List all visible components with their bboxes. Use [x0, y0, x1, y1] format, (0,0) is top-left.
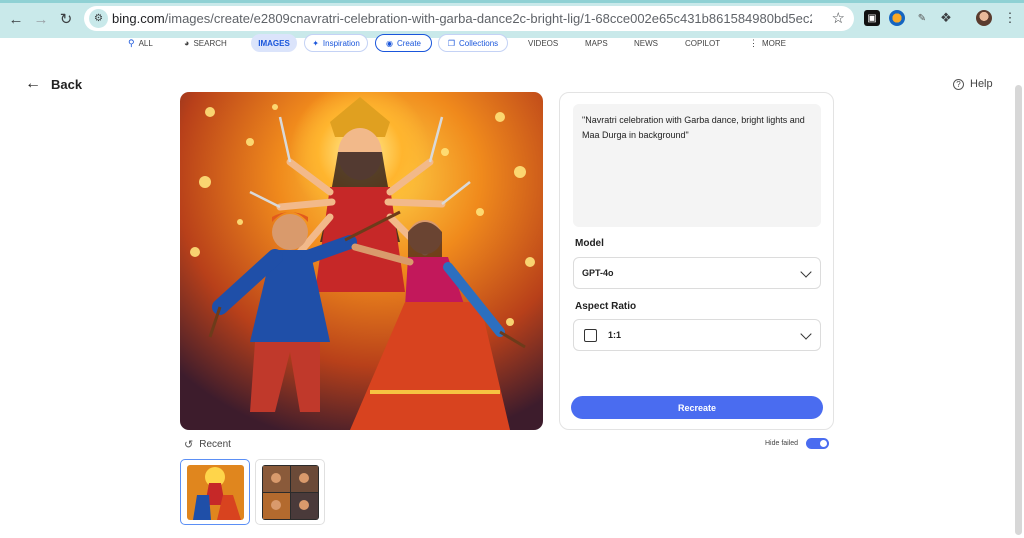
help-button[interactable]: ? Help [953, 76, 993, 92]
forward-icon[interactable]: → [30, 8, 52, 30]
garba-illustration [180, 92, 543, 430]
nav-news-label: NEWS [634, 38, 658, 48]
nav-create[interactable]: ◉ Create [375, 34, 432, 52]
create-icon: ◉ [386, 38, 393, 48]
aspect-ratio-select[interactable]: 1:1 [573, 319, 821, 351]
thumbnail-image [187, 465, 244, 520]
back-button[interactable]: ← Back [25, 75, 82, 93]
toggle-knob [820, 439, 828, 447]
recreate-button[interactable]: Recreate [571, 396, 823, 419]
kebab-menu-icon[interactable]: ⋮ [1002, 10, 1018, 26]
nav-news[interactable]: NEWS [634, 34, 658, 52]
tab-strip [0, 0, 1024, 3]
nav-videos[interactable]: VIDEOS [528, 34, 558, 52]
back-label: Back [51, 76, 83, 92]
help-label: Help [970, 78, 993, 90]
nav-copilot[interactable]: COPILOT [685, 34, 720, 52]
history-icon: ↺ [184, 438, 194, 451]
hide-failed-toggle[interactable] [806, 437, 830, 449]
nav-more[interactable]: ⋮ MORE [749, 34, 786, 52]
prompt-text: "Navratri celebration with Garba dance, … [582, 115, 805, 140]
nav-maps[interactable]: MAPS [585, 34, 608, 52]
help-icon: ? [953, 78, 964, 90]
nav-images[interactable]: IMAGES [251, 34, 297, 52]
extension-icon-2[interactable] [889, 10, 905, 26]
hide-failed-control: Hide failed [765, 437, 830, 449]
nav-create-label: Create [396, 38, 421, 48]
nav-collections-label: Collections [459, 38, 499, 48]
back-arrow-icon: ← [25, 75, 41, 92]
chevron-down-icon [800, 328, 812, 340]
collections-icon: ❐ [447, 38, 456, 48]
url-text[interactable]: bing.com/images/create/e2809cnavratri-ce… [112, 11, 812, 26]
recent-thumbnail-1[interactable] [180, 459, 250, 525]
model-select[interactable]: GPT-4o [573, 257, 821, 289]
reload-icon[interactable]: ↻ [55, 8, 77, 30]
chevron-down-icon [800, 266, 812, 278]
model-label: Model [575, 238, 604, 249]
extension-icon-1[interactable]: ▣ [864, 10, 880, 26]
prompt-input[interactable]: "Navratri celebration with Garba dance, … [573, 104, 821, 227]
back-icon[interactable]: ← [5, 8, 27, 30]
more-dots-icon: ⋮ [749, 37, 758, 48]
nav-collections[interactable]: ❐ Collections [438, 34, 508, 52]
nav-inspiration[interactable]: ✦ Inspiration [304, 34, 368, 52]
nav-all-label: ALL [138, 38, 153, 48]
aspect-ratio-value: 1:1 [608, 330, 622, 340]
star-icon[interactable]: ☆ [832, 9, 845, 27]
page-scrollbar[interactable] [1015, 85, 1022, 535]
extensions-icon[interactable]: ❖ [938, 10, 954, 26]
url-path: /images/create/e2809cnavratri-celebratio… [164, 11, 812, 26]
nav-inspiration-label: Inspiration [322, 38, 360, 48]
nav-videos-label: VIDEOS [528, 38, 559, 48]
aspect-ratio-label: Aspect Ratio [575, 301, 637, 312]
avatar[interactable] [976, 10, 992, 26]
nav-search[interactable]: ◕ SEARCH [184, 34, 227, 52]
generated-image[interactable] [180, 92, 543, 430]
hide-failed-label: Hide failed [765, 439, 799, 447]
nav-images-label: IMAGES [258, 38, 290, 48]
browser-toolbar: ← → ↻ ⚙ bing.com/images/create/e2809cnav… [0, 0, 1024, 38]
nav-search-label: SEARCH [193, 38, 227, 48]
search-icon: ⚲ [128, 37, 135, 48]
model-value: GPT-4o [582, 268, 614, 278]
address-bar[interactable]: ⚙ bing.com/images/create/e2809cnavratri-… [84, 6, 854, 31]
square-ratio-icon [584, 329, 597, 342]
bing-nav: ⚲ ALL ◕ SEARCH IMAGES ✦ Inspiration ◉ Create… [0, 34, 1024, 52]
recent-label: Recent [199, 438, 231, 450]
thumbnail-image [262, 465, 319, 520]
nav-all[interactable]: ⚲ ALL [128, 34, 153, 52]
nav-maps-label: MAPS [585, 38, 608, 48]
recent-header: ↺ Recent [184, 437, 231, 451]
copilot-search-icon: ◕ [184, 38, 190, 48]
url-host: bing.com [112, 11, 165, 26]
site-settings-icon[interactable]: ⚙ [89, 9, 108, 28]
pen-extension-icon[interactable]: ✎ [914, 10, 930, 26]
recent-thumbnail-2[interactable] [255, 459, 325, 525]
create-panel: "Navratri celebration with Garba dance, … [559, 92, 834, 430]
nav-more-label: MORE [762, 38, 786, 48]
inspiration-icon: ✦ [312, 38, 319, 48]
nav-copilot-label: COPILOT [685, 38, 721, 48]
